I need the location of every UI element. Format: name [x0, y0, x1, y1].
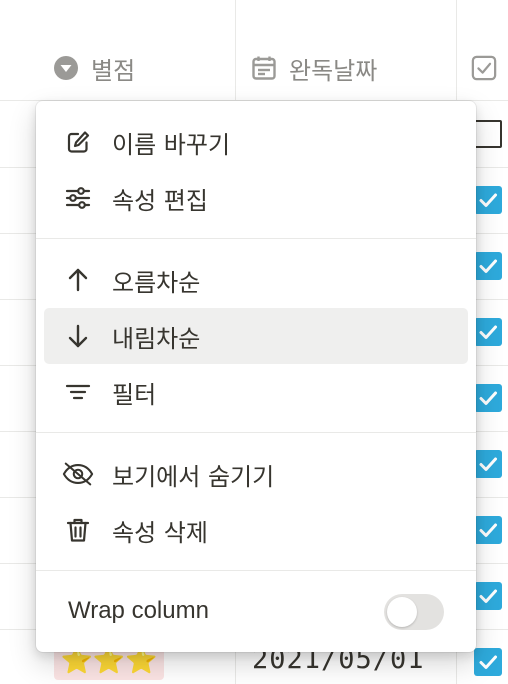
eye-off-icon	[62, 458, 94, 490]
select-caret-icon	[53, 55, 79, 81]
arrow-down-icon	[62, 320, 94, 352]
checkbox-icon	[471, 55, 497, 81]
menu-item-hide-in-view[interactable]: 보기에서 숨기기	[44, 446, 468, 502]
row-checkbox-checked[interactable]	[474, 384, 502, 412]
menu-item-sort-ascending[interactable]: 오름차순	[44, 252, 468, 308]
table-header: 별점 완독날짜	[0, 0, 508, 101]
column-header-label: 완독날짜	[289, 56, 378, 85]
edit-icon	[62, 126, 94, 158]
row-checkbox-checked[interactable]	[474, 252, 502, 280]
menu-item-delete-property[interactable]: 속성 삭제	[44, 502, 468, 558]
row-checkbox-checked[interactable]	[474, 516, 502, 544]
menu-item-label: 오름차순	[112, 268, 201, 297]
menu-item-sort-descending[interactable]: 내림차순	[44, 308, 468, 364]
wrap-column-toggle[interactable]	[384, 594, 444, 630]
menu-item-label: 속성 삭제	[112, 518, 208, 547]
column-header-label: 별점	[91, 56, 136, 85]
menu-item-label: 필터	[112, 380, 157, 409]
row-checkbox-checked[interactable]	[474, 318, 502, 346]
column-context-menu: 이름 바꾸기 속성 편집 오름차순 내림차순 필터 보기에서 숨기기 속성 삭제…	[36, 101, 476, 652]
trash-icon	[62, 514, 94, 546]
wrap-column-row[interactable]: Wrap column	[36, 584, 476, 640]
menu-item-label: 이름 바꾸기	[112, 130, 231, 159]
row-checkbox-unchecked[interactable]	[474, 120, 502, 148]
column-header-date[interactable]: 완독날짜	[251, 50, 377, 86]
toggle-knob	[387, 597, 417, 627]
row-checkbox-checked[interactable]	[474, 582, 502, 610]
menu-item-edit-property[interactable]: 속성 편집	[44, 170, 468, 226]
row-checkbox-checked[interactable]	[474, 450, 502, 478]
menu-item-label: 내림차순	[112, 324, 201, 353]
menu-item-label: 속성 편집	[112, 186, 208, 215]
menu-divider	[36, 432, 476, 433]
sliders-icon	[62, 182, 94, 214]
filter-icon	[62, 376, 94, 408]
menu-item-filter[interactable]: 필터	[44, 364, 468, 420]
column-header-rating[interactable]: 별점	[53, 50, 135, 86]
calendar-icon	[251, 55, 277, 81]
menu-item-rename[interactable]: 이름 바꾸기	[44, 114, 468, 170]
arrow-up-icon	[62, 264, 94, 296]
row-checkbox-checked[interactable]	[474, 648, 502, 676]
row-checkbox-checked[interactable]	[474, 186, 502, 214]
wrap-column-label: Wrap column	[68, 597, 209, 624]
menu-item-label: 보기에서 숨기기	[112, 462, 275, 491]
menu-divider	[36, 238, 476, 239]
column-header-checkbox[interactable]	[471, 50, 508, 86]
menu-divider	[36, 570, 476, 571]
